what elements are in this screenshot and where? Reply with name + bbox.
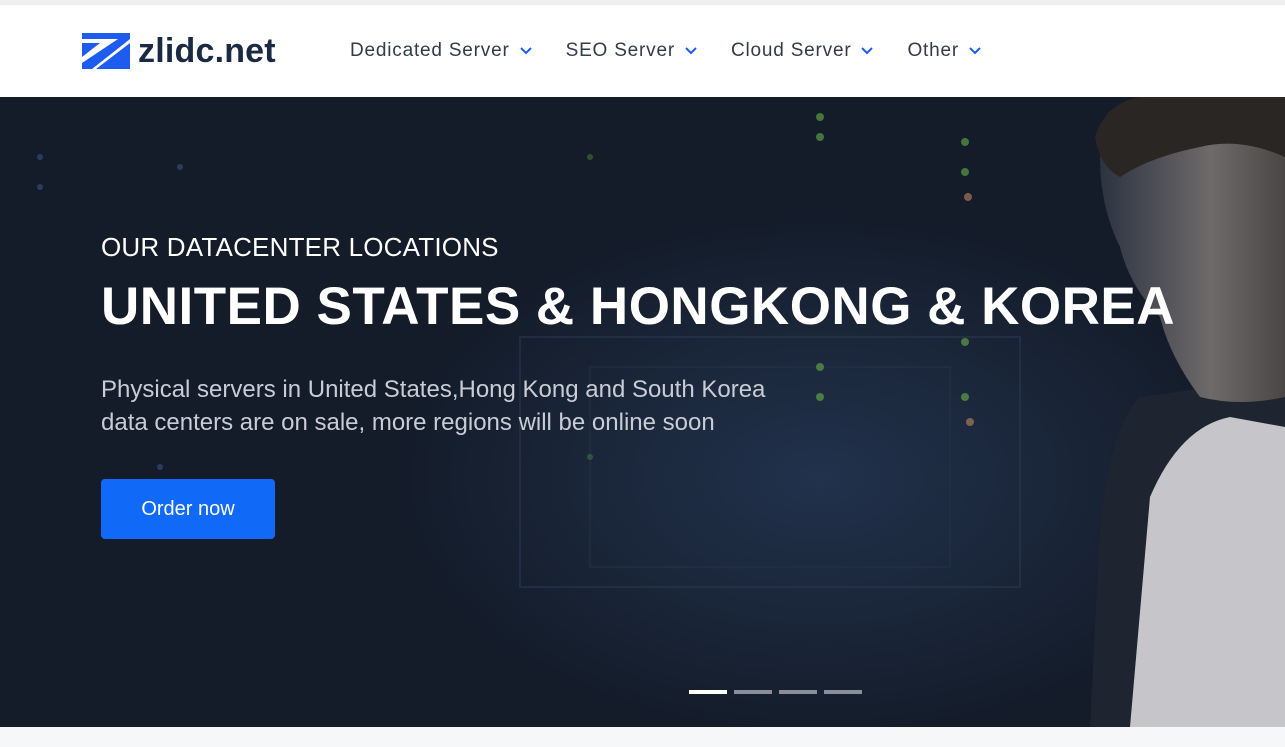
order-now-button[interactable]: Order now bbox=[101, 479, 275, 539]
chevron-down-icon bbox=[519, 47, 532, 55]
hero-banner: OUR DATACENTER LOCATIONS UNITED STATES &… bbox=[0, 97, 1285, 727]
chevron-down-icon bbox=[969, 47, 981, 55]
carousel-dot-4[interactable] bbox=[824, 690, 862, 694]
z-logo-icon bbox=[82, 33, 130, 69]
nav-item-cloud-server[interactable]: Cloud Server bbox=[730, 40, 874, 62]
nav-item-label: Dedicated Server bbox=[350, 40, 510, 61]
carousel-dot-1[interactable] bbox=[689, 690, 727, 694]
hero-content: OUR DATACENTER LOCATIONS UNITED STATES &… bbox=[101, 231, 1176, 439]
nav-item-dedicated-server[interactable]: Dedicated Server bbox=[350, 40, 532, 62]
carousel-indicators bbox=[689, 690, 869, 694]
brand-name: zlidc.net bbox=[138, 32, 276, 70]
hero-eyebrow: OUR DATACENTER LOCATIONS bbox=[101, 232, 499, 262]
nav-item-seo-server[interactable]: SEO Server bbox=[566, 40, 697, 62]
brand-logo[interactable]: zlidc.net bbox=[82, 31, 276, 71]
hero-description-line-1: Physical servers in United States,Hong K… bbox=[101, 376, 766, 403]
navbar: zlidc.net Dedicated Server SEO Server Cl… bbox=[0, 5, 1285, 97]
nav-item-label: Other bbox=[907, 40, 959, 61]
carousel-dot-2[interactable] bbox=[734, 690, 772, 694]
nav-item-label: Cloud Server bbox=[730, 40, 852, 61]
carousel-dot-3[interactable] bbox=[779, 690, 817, 694]
nav-item-label: SEO Server bbox=[565, 40, 675, 61]
nav-item-other[interactable]: Other bbox=[907, 40, 981, 62]
main-nav: Dedicated Server SEO Server Cloud Server… bbox=[350, 35, 1015, 67]
chevron-down-icon bbox=[861, 47, 874, 55]
hero-description-line-2: data centers are on sale, more regions w… bbox=[101, 409, 715, 436]
chevron-down-icon bbox=[685, 47, 697, 55]
hero-headline: UNITED STATES & HONGKONG & KOREA bbox=[101, 277, 1176, 336]
hero-description: Physical servers in United States,Hong K… bbox=[101, 373, 801, 439]
